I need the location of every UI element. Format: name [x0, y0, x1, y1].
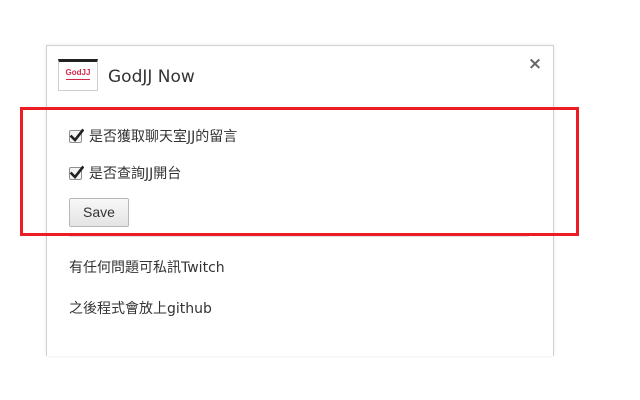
- extension-popup: GodJJ GodJJ Now × 是否獲取聊天室JJ的留言 是否查詢JJ開台: [46, 45, 554, 356]
- option-check-stream-live[interactable]: 是否查詢JJ開台: [69, 164, 181, 182]
- app-icon-text: GodJJ: [65, 68, 91, 77]
- checkmark-icon: [69, 128, 84, 142]
- close-icon[interactable]: ×: [527, 56, 543, 73]
- fetch-chat-label: 是否獲取聊天室JJ的留言: [89, 129, 238, 145]
- header-divider: [47, 108, 553, 109]
- popup-header: GodJJ GodJJ Now ×: [47, 46, 553, 108]
- info-contact-text: 有任何問題可私訊Twitch: [69, 260, 225, 276]
- app-icon-underline: [66, 79, 90, 80]
- save-button[interactable]: Save: [69, 198, 129, 227]
- godjj-logo-icon: GodJJ: [58, 59, 98, 91]
- fetch-chat-checkbox[interactable]: [69, 128, 84, 143]
- page: GodJJ GodJJ Now × 是否獲取聊天室JJ的留言 是否查詢JJ開台: [0, 0, 640, 400]
- popup-title: GodJJ Now: [108, 67, 195, 87]
- checkmark-icon: [69, 165, 84, 179]
- info-github-text: 之後程式會放上github: [69, 301, 212, 317]
- section-divider: [69, 236, 529, 237]
- option-fetch-chat-messages[interactable]: 是否獲取聊天室JJ的留言: [69, 127, 237, 145]
- check-stream-checkbox[interactable]: [69, 165, 84, 180]
- check-stream-label: 是否查詢JJ開台: [89, 166, 182, 182]
